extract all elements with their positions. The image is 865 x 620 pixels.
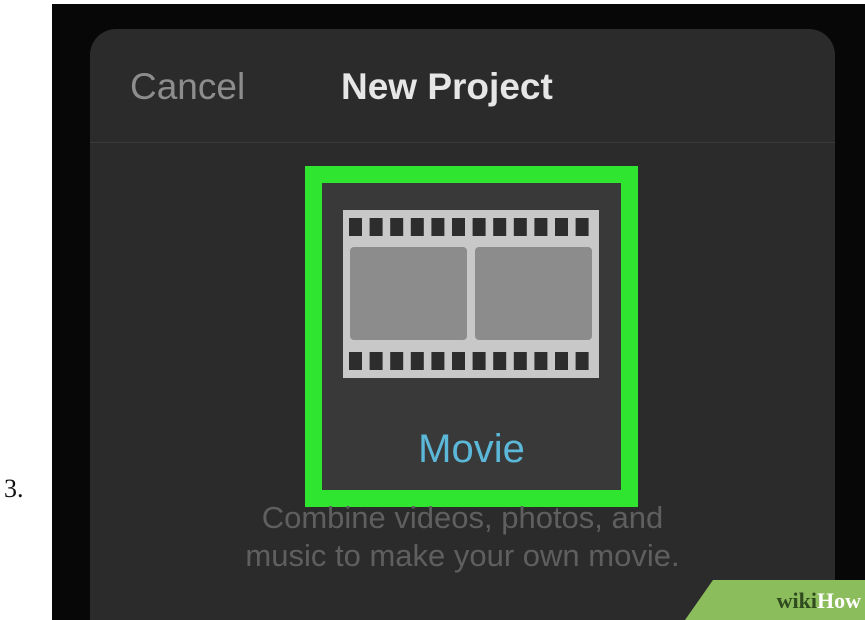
- description-line-2: music to make your own movie.: [245, 538, 680, 573]
- wikihow-watermark: wikiHow: [685, 580, 865, 620]
- film-perforation: [575, 352, 589, 370]
- movie-label: Movie: [418, 427, 525, 471]
- film-perforation: [555, 218, 568, 236]
- film-perforation: [575, 218, 589, 236]
- film-perforation: [472, 218, 486, 236]
- film-perforation: [493, 218, 507, 236]
- film-perforation: [349, 218, 362, 236]
- app-screenshot: Cancel New Project Movie Combine videos,…: [52, 4, 865, 620]
- description-line-1: Combine videos, photos, and: [261, 500, 664, 535]
- film-perforation: [534, 352, 548, 370]
- page-title: New Project: [341, 66, 553, 107]
- film-perforation: [431, 352, 445, 370]
- wikihow-logo: wikiHow: [776, 588, 861, 613]
- film-perforation: [390, 218, 404, 236]
- movie-project-button[interactable]: Movie: [305, 166, 638, 507]
- step-number: 3.: [4, 474, 24, 503]
- new-project-sheet: Cancel New Project Movie Combine videos,…: [90, 29, 835, 620]
- film-perforation: [555, 352, 568, 370]
- film-perforation: [349, 352, 362, 370]
- film-perforation: [369, 352, 383, 370]
- film-perforation: [410, 352, 424, 370]
- film-perforation: [390, 352, 404, 370]
- film-perforation: [410, 218, 424, 236]
- film-strip-icon: [343, 210, 599, 378]
- film-perforation: [534, 218, 548, 236]
- cancel-button[interactable]: Cancel: [130, 66, 245, 108]
- film-perforation: [431, 218, 445, 236]
- sheet-header: Cancel New Project: [90, 29, 835, 143]
- movie-description: Combine videos, photos, and music to mak…: [90, 499, 835, 575]
- film-perforation: [493, 352, 507, 370]
- film-perforation: [452, 352, 465, 370]
- film-perforation: [513, 352, 527, 370]
- film-perforation: [369, 218, 383, 236]
- film-perforation: [472, 352, 486, 370]
- film-perforation: [452, 218, 465, 236]
- film-perforation: [513, 218, 527, 236]
